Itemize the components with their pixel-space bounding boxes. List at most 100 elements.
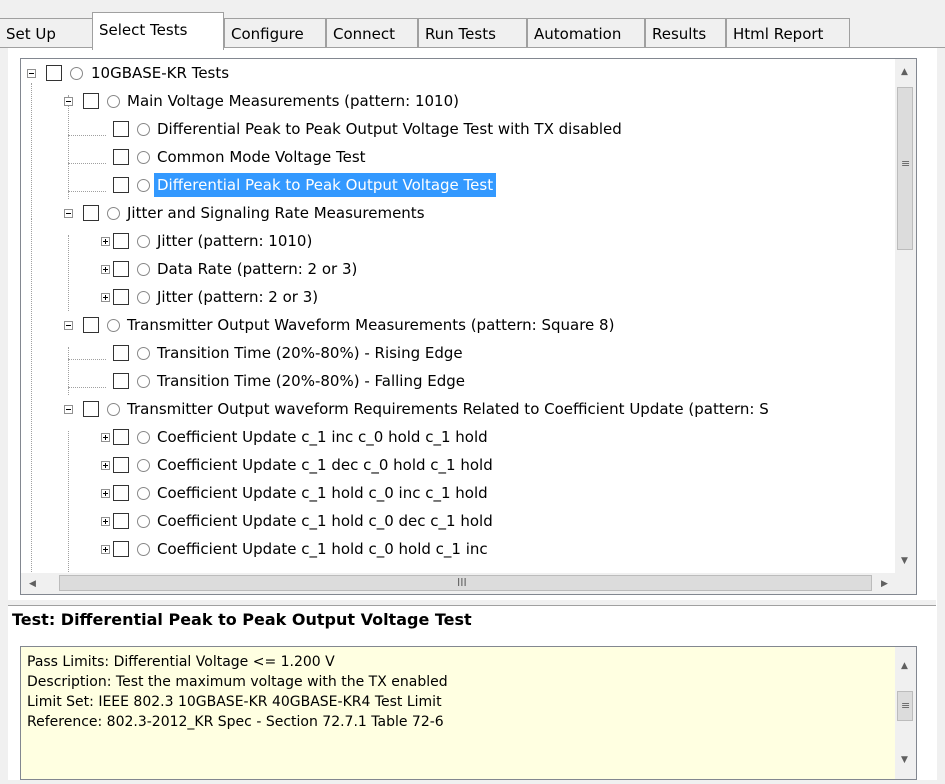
grip-icon: ≡ [901,699,911,712]
tree-item-label[interactable]: Coefficient Update c_1 hold c_0 dec c_1 … [154,507,496,535]
tree-item-label[interactable]: Differential Peak to Peak Output Voltage… [154,115,625,143]
tree-horizontal-scroll-thumb[interactable]: III [59,575,872,591]
tree-item-label[interactable]: Jitter (pattern: 1010) [154,227,315,255]
arrow-down-icon[interactable]: ▼ [901,755,908,765]
tree-group-label[interactable]: Jitter and Signaling Rate Measurements [124,199,428,227]
expand-icon[interactable] [101,489,110,498]
tab-run-tests[interactable]: Run Tests [418,18,527,48]
tree-connector [68,163,106,164]
tree-item-label[interactable]: Coefficient Update c_1 hold c_0 hold c_1… [154,535,491,563]
expand-icon[interactable] [101,517,110,526]
radio-icon [107,207,120,220]
radio-icon [107,403,120,416]
tree-item-label[interactable]: Jitter (pattern: 2 or 3) [154,283,321,311]
reference-text: Reference: 802.3-2012_KR Spec - Section … [27,714,444,730]
checkbox-icon[interactable] [113,485,129,501]
tree-item-label[interactable]: Coefficient Update c_1 hold c_0 inc c_1 … [154,479,491,507]
checkbox-icon[interactable] [83,93,99,109]
radio-icon [137,263,150,276]
radio-icon [107,95,120,108]
tree-horizontal-scrollbar[interactable]: ◀ III ▶ [21,573,896,594]
tree-vertical-scrollbar[interactable]: ▲ ≡ ▼ [895,59,916,574]
tree-group-label[interactable]: Main Voltage Measurements (pattern: 1010… [124,87,462,115]
tree-connector [31,83,32,219]
tree-connector [68,431,69,574]
tree-vertical-scroll-thumb[interactable]: ≡ [897,87,913,250]
checkbox-icon[interactable] [83,205,99,221]
radio-icon [137,347,150,360]
checkbox-icon[interactable] [113,177,129,193]
expand-icon[interactable] [101,461,110,470]
arrow-left-icon[interactable]: ◀ [29,579,36,589]
checkbox-icon[interactable] [113,457,129,473]
tree-item-label[interactable]: Data Rate (pattern: 2 or 3) [154,255,360,283]
checkbox-icon[interactable] [113,289,129,305]
collapse-icon[interactable] [64,209,73,218]
tab-configure[interactable]: Configure [224,18,326,48]
checkbox-icon[interactable] [113,233,129,249]
panel-splitter[interactable] [8,600,936,606]
arrow-down-icon[interactable]: ▼ [901,556,908,566]
collapse-icon[interactable] [64,321,73,330]
scrollbar-corner [895,573,916,594]
radio-icon [107,319,120,332]
expand-icon[interactable] [101,293,110,302]
expand-icon[interactable] [101,433,110,442]
tree-root-label[interactable]: 10GBASE-KR Tests [88,59,232,87]
radio-icon [137,459,150,472]
details-vertical-scrollbar[interactable]: ▲ ≡ ▼ [895,647,916,779]
tree-connector [68,235,69,311]
scroll-grip-label: III [457,576,467,589]
tree-item-label[interactable]: Transition Time (20%-80%) - Rising Edge [154,339,466,367]
test-tree[interactable]: 10GBASE-KR Tests Main Voltage Measuremen… [20,58,917,595]
radio-icon [137,235,150,248]
arrow-up-icon[interactable]: ▲ [901,67,908,77]
checkbox-icon[interactable] [113,373,129,389]
collapse-icon[interactable] [64,97,73,106]
tree-connector [31,219,32,574]
tree-content: 10GBASE-KR Tests Main Voltage Measuremen… [21,59,896,574]
tree-item-label[interactable]: Differential Peak to Peak Output Voltage… [154,173,497,197]
tab-set-up[interactable]: Set Up [0,18,93,48]
test-title: Test: Differential Peak to Peak Output V… [12,610,472,629]
checkbox-icon[interactable] [113,429,129,445]
radio-icon [137,431,150,444]
tab-html-report[interactable]: Html Report [726,18,850,48]
tree-item-label[interactable]: Coefficient Update c_1 inc c_0 hold c_1 … [154,423,491,451]
tab-automation[interactable]: Automation [527,18,645,48]
tab-bar: Set Up Select Tests Configure Connect Ru… [0,0,945,50]
arrow-right-icon[interactable]: ▶ [881,579,888,589]
collapse-icon[interactable] [27,69,36,78]
radio-icon [137,291,150,304]
tree-group-label[interactable]: Transmitter Output waveform Requirements… [124,395,772,423]
tree-connector [68,95,69,199]
radio-icon [137,487,150,500]
checkbox-icon[interactable] [113,345,129,361]
tree-group-label[interactable]: Transmitter Output Waveform Measurements… [124,311,617,339]
checkbox-icon[interactable] [113,121,129,137]
radio-icon [137,515,150,528]
tab-results[interactable]: Results [645,18,726,48]
expand-icon[interactable] [101,265,110,274]
tree-item-label[interactable]: Transition Time (20%-80%) - Falling Edge [154,367,468,395]
tab-select-tests[interactable]: Select Tests [92,12,224,50]
details-scroll-thumb[interactable]: ≡ [897,691,913,721]
checkbox-icon[interactable] [113,261,129,277]
tree-connector [68,135,106,136]
checkbox-icon[interactable] [83,401,99,417]
tree-item-label[interactable]: Common Mode Voltage Test [154,143,369,171]
checkbox-icon[interactable] [46,65,62,81]
expand-icon[interactable] [101,237,110,246]
checkbox-icon[interactable] [83,317,99,333]
radio-icon [70,67,83,80]
test-details-box: Pass Limits: Differential Voltage <= 1.2… [20,646,917,780]
checkbox-icon[interactable] [113,513,129,529]
tree-item-label[interactable]: Coefficient Update c_1 dec c_0 hold c_1 … [154,451,496,479]
checkbox-icon[interactable] [113,541,129,557]
arrow-up-icon[interactable]: ▲ [901,661,908,671]
checkbox-icon[interactable] [113,149,129,165]
collapse-icon[interactable] [64,405,73,414]
tab-connect[interactable]: Connect [326,18,418,48]
expand-icon[interactable] [101,545,110,554]
grip-icon: ≡ [901,157,911,170]
